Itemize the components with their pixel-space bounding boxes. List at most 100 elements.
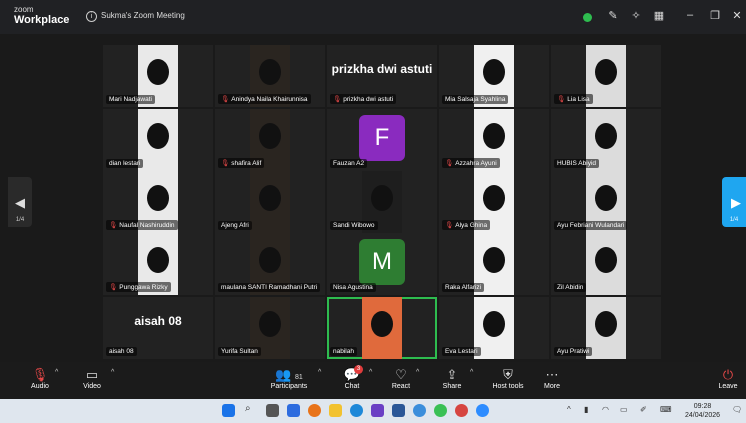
participant-tile[interactable]: Mia Salsaja Syahlina	[439, 45, 549, 107]
participant-tile[interactable]: dian lestari	[103, 109, 213, 171]
react-button[interactable]: ♡ React	[389, 366, 413, 390]
participant-tile[interactable]: F Fauzan A2	[327, 109, 437, 171]
participant-name-text: dian lestari	[109, 160, 141, 167]
zoom-taskbar-icon[interactable]	[476, 404, 489, 417]
more-button[interactable]: ⋯ More	[540, 366, 564, 390]
participants-count: 81	[295, 374, 303, 381]
participant-tile[interactable]: maulana SANTI Ramadhani Putri	[215, 233, 325, 295]
participant-tile[interactable]: Mari Nadjawati	[103, 45, 213, 107]
search-icon[interactable]: ⌕	[245, 403, 258, 416]
participant-name: Fauzan A2	[330, 159, 368, 168]
minimize-icon[interactable]: –	[683, 9, 697, 21]
file-explorer-icon[interactable]	[329, 404, 342, 417]
audio-button[interactable]: 🎙 Audio	[28, 366, 52, 390]
edge-icon[interactable]	[350, 404, 363, 417]
leave-button[interactable]: ⏻ Leave	[716, 366, 740, 390]
participants-button[interactable]: 👥 81 Participants	[264, 366, 314, 390]
audio-options-chevron-icon[interactable]: ^	[55, 369, 58, 376]
info-icon[interactable]: i	[86, 11, 97, 22]
participant-tile[interactable]: 🎙 Azzahra Ayuni	[439, 109, 549, 171]
participant-tile[interactable]: prizkha dwi astuti 🎙 prizkha dwi astuti	[327, 45, 437, 107]
leave-icon: ⏻	[722, 367, 734, 382]
hashtag-app-icon[interactable]	[371, 404, 384, 417]
whatsapp-icon[interactable]	[434, 404, 447, 417]
share-button[interactable]: ⇪ Share	[440, 366, 464, 390]
participant-tile[interactable]: Ajeng Afri	[215, 171, 325, 233]
participant-name-text: Alya Ghina	[455, 222, 488, 229]
host-tools-label: Host tools	[492, 383, 524, 390]
clock-time: 09:28	[693, 403, 712, 410]
tray-chevron-icon[interactable]: ^	[567, 405, 571, 414]
mic-muted-icon: 🎙	[445, 160, 454, 167]
participant-tile[interactable]: 🎙 Punggawa Rizky	[103, 233, 213, 295]
participant-face	[483, 311, 505, 337]
more-dots-icon: ⋯	[545, 367, 559, 382]
react-options-chevron-icon[interactable]: ^	[416, 369, 419, 376]
video-options-chevron-icon[interactable]: ^	[111, 369, 114, 376]
keyboard-icon[interactable]: ⌨	[660, 405, 672, 414]
participant-tile[interactable]: Eva Lestari	[439, 297, 549, 359]
participant-face	[259, 311, 281, 337]
share-options-chevron-icon[interactable]: ^	[470, 369, 473, 376]
participant-face	[483, 123, 505, 149]
participant-tile[interactable]: Ayu Pratiwi	[551, 297, 661, 359]
participant-tile[interactable]: 🎙 Anindya Naila Khairunnisa	[215, 45, 325, 107]
participant-name-text: shafira Alif	[231, 160, 262, 167]
host-tools-button[interactable]: ⛨ Host tools	[488, 366, 528, 390]
usb-icon[interactable]: ▮	[584, 405, 588, 414]
participant-tile[interactable]: Raka Alfarizi	[439, 233, 549, 295]
notifications-icon[interactable]: 🗨	[732, 405, 742, 414]
participant-tile[interactable]: 🎙 Alya Ghina	[439, 171, 549, 233]
store-icon[interactable]	[392, 404, 405, 417]
close-icon[interactable]: ✕	[730, 9, 744, 22]
participant-tile[interactable]: Zil Abidin	[551, 233, 661, 295]
restore-icon[interactable]: ❐	[708, 9, 722, 22]
participant-tile[interactable]: 🎙 Lia Lisa	[551, 45, 661, 107]
participant-face	[147, 123, 169, 149]
participants-options-chevron-icon[interactable]: ^	[318, 369, 321, 376]
participant-name-text: Ajeng Afri	[221, 222, 249, 229]
participant-tile[interactable]: 🎙 shafira Alif	[215, 109, 325, 171]
task-view-icon[interactable]	[266, 404, 279, 417]
title-bar: zoom Workplace i Sukma's Zoom Meeting ✎ ✧…	[0, 0, 746, 34]
wifi-icon[interactable]: ◠	[602, 405, 609, 414]
participant-tile[interactable]: nabilah	[327, 297, 437, 359]
audio-label: Audio	[31, 383, 49, 390]
participant-name: aisah 08	[106, 347, 137, 356]
participant-tile[interactable]: aisah 08 aisah 08	[103, 297, 213, 359]
participant-tile[interactable]: M Nisa Agustina	[327, 233, 437, 295]
ai-sparkle-icon[interactable]: ✧	[629, 9, 643, 22]
participant-tile[interactable]: HUBIS Abiyid	[551, 109, 661, 171]
participant-tile[interactable]: Sandi Wibowo	[327, 171, 437, 233]
windows-start-icon[interactable]	[222, 404, 235, 417]
participant-tile[interactable]: 🎙 Naufal Nashiruddin	[103, 171, 213, 233]
video-button[interactable]: ▭ Video	[80, 366, 104, 390]
system-clock[interactable]: 09:28 24/04/2026	[685, 402, 720, 420]
view-grid-icon[interactable]: ▦	[652, 9, 666, 22]
battery-icon[interactable]: ▭	[620, 405, 628, 414]
meeting-info[interactable]: i Sukma's Zoom Meeting	[86, 11, 185, 22]
video-label: Video	[83, 383, 101, 390]
security-shield-icon[interactable]	[583, 13, 592, 22]
next-page-button[interactable]: ▶ 1/4	[722, 177, 746, 227]
participant-tile[interactable]: Yurifa Sultan	[215, 297, 325, 359]
pen-icon[interactable]: ✐	[640, 405, 647, 414]
chrome-icon[interactable]	[308, 404, 321, 417]
react-label: React	[391, 383, 411, 390]
participant-name: Mia Salsaja Syahlina	[442, 95, 509, 104]
meeting-title: Sukma's Zoom Meeting	[101, 11, 185, 20]
participant-face	[595, 247, 617, 273]
participant-name-text: nabilah	[333, 348, 354, 355]
google-chrome-icon[interactable]	[455, 404, 468, 417]
video-off-icon: ▭	[85, 367, 99, 382]
participant-name-text: Fauzan A2	[333, 160, 365, 167]
participant-face	[147, 59, 169, 85]
prev-page-button[interactable]: ◀ 1/4	[8, 177, 32, 227]
chat-options-chevron-icon[interactable]: ^	[369, 369, 372, 376]
settings-app-icon[interactable]	[413, 404, 426, 417]
participant-face	[483, 59, 505, 85]
participant-name-text: Ayu Febriani Wulandari	[557, 222, 625, 229]
widgets-icon[interactable]	[287, 404, 300, 417]
participant-tile[interactable]: Ayu Febriani Wulandari	[551, 171, 661, 233]
annotate-pen-icon[interactable]: ✎	[606, 9, 620, 22]
